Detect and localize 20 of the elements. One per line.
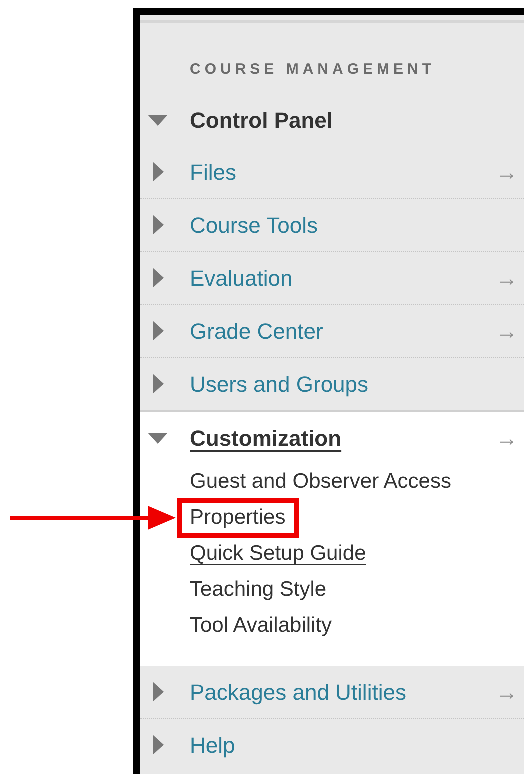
menu-item[interactable]: Packages and Utilities [190,676,406,708]
go-arrow[interactable]: → [496,314,518,348]
submenu-item[interactable]: Teaching Style [190,574,327,606]
submenu-item[interactable]: Guest and Observer Access [190,466,452,498]
menu-item[interactable]: Grade Center [190,314,324,348]
menu-item[interactable]: Evaluation [190,262,293,294]
go-arrow[interactable]: → [496,676,518,708]
submenu-item[interactable]: Quick Setup Guide [190,538,366,570]
menu-item[interactable]: Users and Groups [190,368,369,400]
go-arrow[interactable]: → [496,156,518,188]
menu-item[interactable]: Customization [190,422,342,454]
section-heading: COURSE MANAGEMENT [190,60,436,80]
panel-title[interactable]: Control Panel [190,104,334,137]
menu-item[interactable]: Help [190,728,236,762]
submenu-item[interactable]: Tool Availability [190,610,332,642]
submenu-item[interactable]: Properties [177,498,299,538]
go-arrow[interactable]: → [496,262,518,294]
go-arrow[interactable]: → [496,422,518,454]
menu-item[interactable]: Files [190,156,236,188]
menu-item[interactable]: Course Tools [190,208,318,242]
